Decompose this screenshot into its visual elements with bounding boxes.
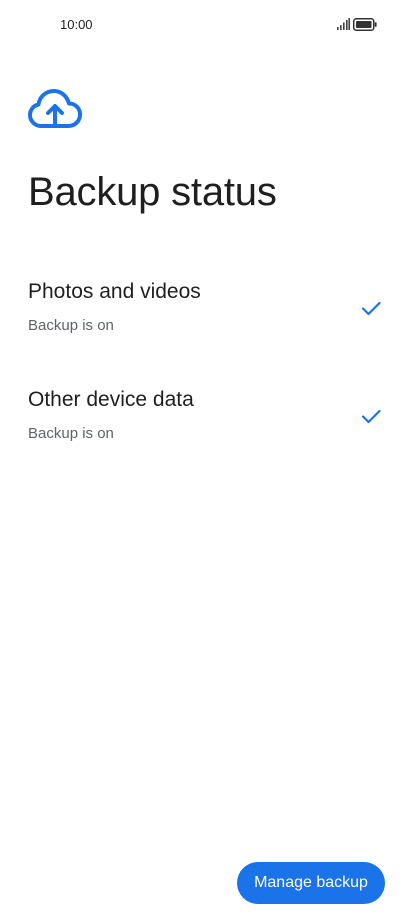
list-item-other-device-data: Other device data Backup is on bbox=[0, 388, 413, 468]
check-icon bbox=[361, 301, 381, 316]
manage-backup-button[interactable]: Manage backup bbox=[237, 862, 385, 904]
check-icon bbox=[361, 409, 381, 424]
item-title: Photos and videos bbox=[28, 280, 201, 303]
list-item-photos-videos: Photos and videos Backup is on bbox=[0, 280, 413, 360]
signal-icon bbox=[337, 18, 350, 30]
status-time: 10:00 bbox=[60, 17, 93, 32]
battery-icon bbox=[353, 18, 377, 31]
item-subtitle: Backup is on bbox=[28, 425, 114, 442]
item-subtitle: Backup is on bbox=[28, 317, 114, 334]
item-title: Other device data bbox=[28, 388, 194, 411]
page-title: Backup status bbox=[28, 170, 277, 214]
status-bar: 10:00 bbox=[0, 0, 413, 50]
cloud-upload-icon bbox=[28, 89, 82, 128]
